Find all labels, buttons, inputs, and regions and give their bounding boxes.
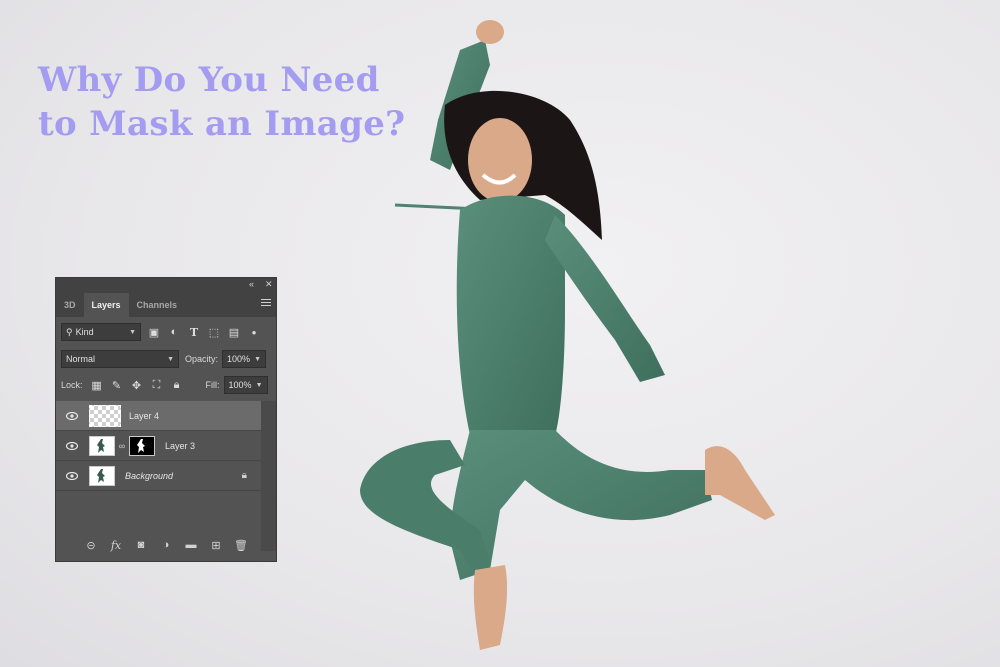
headline-line-1: Why Do You Need [38,60,380,100]
lock-all-icon[interactable]: 🔒︎ [170,378,184,392]
visibility-eye-icon[interactable] [65,471,79,480]
layer-list: Layer 4 ∞ Layer 3 Background 🔒︎ [56,401,261,491]
filter-kind-select[interactable]: ⚲ Kind ▼ [61,323,141,341]
layers-panel: « ✕ 3D Layers Channels ⚲ Kind ▼ ▣ ◐ T ⬚ … [55,277,277,562]
layer-name[interactable]: Layer 3 [165,441,195,451]
chevron-down-icon: ▼ [167,355,174,363]
tab-3d[interactable]: 3D [56,293,84,317]
visibility-eye-icon[interactable] [65,441,79,450]
fill-label: Fill: [205,380,220,390]
panel-title-bar: « ✕ [56,278,276,291]
layer-row-layer-3[interactable]: ∞ Layer 3 [56,431,261,461]
panel-tabs: 3D Layers Channels [56,291,276,317]
fx-icon[interactable]: fx [108,539,124,552]
shape-filter-icon[interactable]: ⬚ [207,325,221,339]
filter-row: ⚲ Kind ▼ ▣ ◐ T ⬚ ▤ ● [61,323,276,341]
lock-row: Lock: ▦ ✎ ✥ ⛶ 🔒︎ Fill: 100% ▼ [61,376,276,394]
visibility-eye-icon[interactable] [65,411,79,420]
lock-label: Lock: [61,380,83,390]
lock-artboard-icon[interactable]: ⛶ [150,378,164,392]
jumping-woman-photo [360,20,775,650]
mask-figure-icon [137,438,145,453]
smart-object-filter-icon[interactable]: ▤ [227,325,241,339]
lock-position-icon[interactable]: ✥ [130,378,144,392]
opacity-label: Opacity: [185,354,219,364]
blend-row: Normal ▼ Opacity: 100% ▼ [61,350,276,368]
new-group-icon[interactable]: ▬ [183,539,199,551]
chevron-down-icon: ▼ [129,328,136,336]
lock-transparent-pixels-icon[interactable]: ▦ [90,378,104,392]
trash-icon[interactable]: 🗑︎ [233,539,249,552]
blend-mode-select[interactable]: Normal ▼ [61,350,179,368]
collapse-icon[interactable]: « [249,279,254,289]
layer-name[interactable]: Layer 4 [129,411,159,421]
fill-input[interactable]: 100% ▼ [223,376,268,394]
opacity-input[interactable]: 100% ▼ [222,350,267,368]
opacity-value: 100% [227,354,251,364]
blend-mode-value: Normal [66,354,96,364]
layer-thumbnail[interactable] [89,404,121,427]
mask-link-icon[interactable]: ∞ [117,441,127,451]
panel-menu-icon[interactable] [261,297,271,308]
image-filter-icon[interactable]: ▣ [147,325,161,339]
layer-thumbnail[interactable] [89,465,115,486]
chevron-down-icon: ▼ [255,381,263,389]
layer-lock-icon: 🔒︎ [241,470,247,481]
fill-value: 100% [228,380,252,390]
new-adjustment-icon[interactable]: ◑ [158,539,174,551]
lock-image-pixels-icon[interactable]: ✎ [110,378,124,392]
layer-row-background[interactable]: Background 🔒︎ [56,461,261,491]
layer-name[interactable]: Background [125,471,173,481]
chevron-down-icon: ▼ [254,355,262,363]
tab-layers[interactable]: Layers [83,293,129,317]
type-filter-icon[interactable]: T [187,325,201,339]
add-mask-icon[interactable]: ◙ [133,539,149,551]
link-layers-icon[interactable]: ⊝ [83,539,99,552]
search-icon: ⚲ [66,326,73,337]
figure-thumbnail-icon [97,468,105,483]
layer-row-layer-4[interactable]: Layer 4 [56,401,261,431]
headline-line-2: to Mask an Image? [38,104,406,144]
layer-mask-thumbnail[interactable] [129,435,155,456]
filter-kind-label: Kind [75,327,94,337]
adjustment-filter-icon[interactable]: ◐ [167,325,181,339]
new-layer-icon[interactable]: ⊞ [208,539,224,552]
headline: Why Do You Need to Mask an Image? [38,58,406,146]
figure-thumbnail-icon [97,438,105,453]
filter-toggle-icon[interactable]: ● [247,325,261,339]
panel-footer: ⊝ fx ◙ ◑ ▬ ⊞ 🗑︎ [56,529,276,561]
tab-channels[interactable]: Channels [129,293,186,317]
woman-figure [360,20,775,650]
close-icon[interactable]: ✕ [265,279,273,290]
layer-thumbnail[interactable] [89,435,115,456]
